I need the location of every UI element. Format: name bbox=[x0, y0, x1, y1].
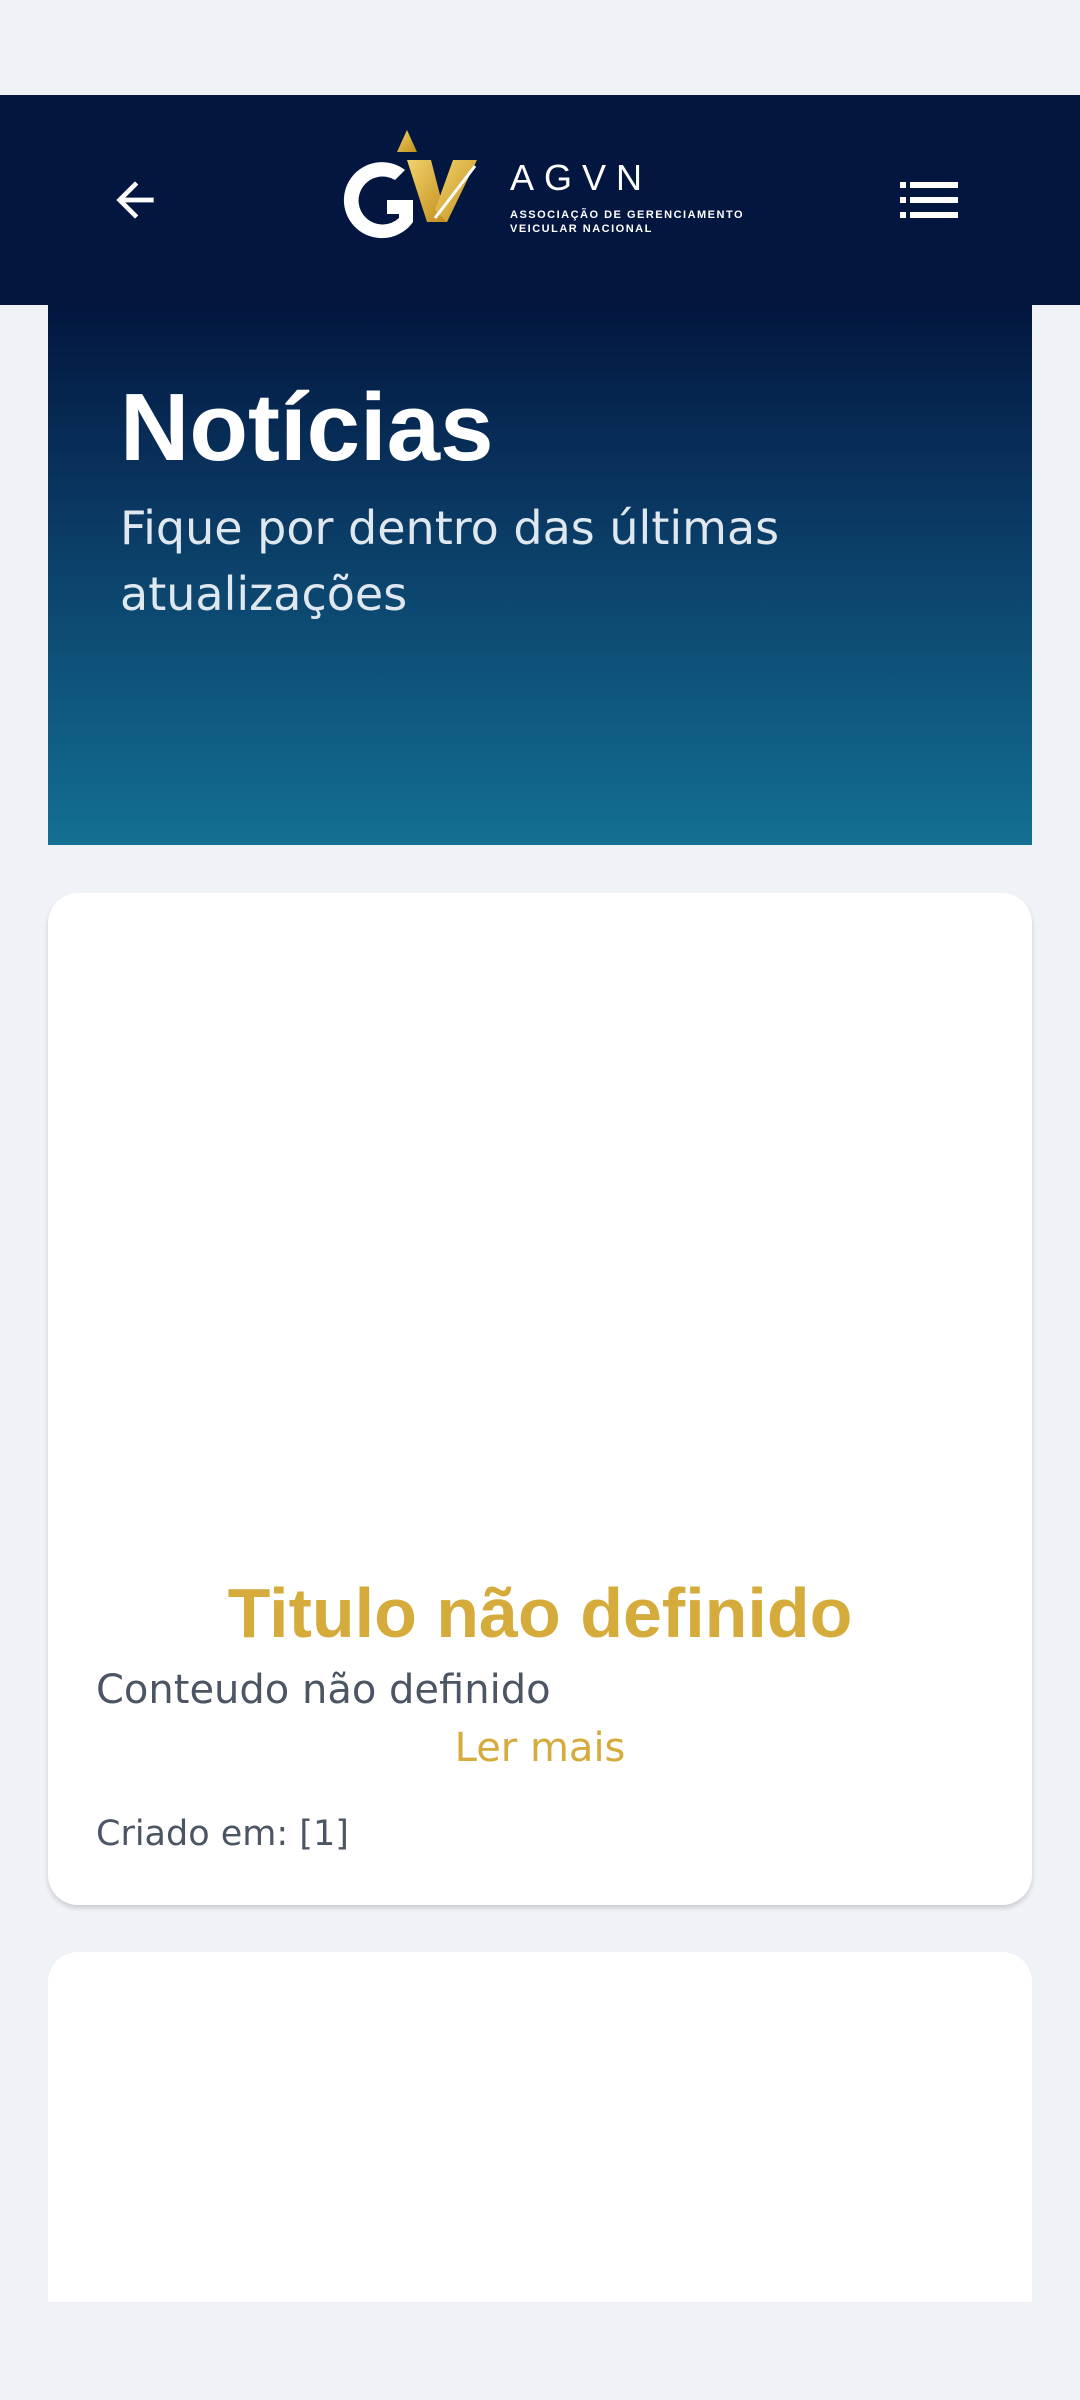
news-image bbox=[48, 893, 1032, 1533]
news-created-at: Criado em: [1] bbox=[96, 1814, 349, 1854]
logo-tagline-2: VEICULAR NACIONAL bbox=[510, 223, 653, 235]
hero-banner: Notícias Fique por dentro das últimas at… bbox=[48, 305, 1032, 845]
menu-button[interactable] bbox=[890, 160, 970, 240]
page-title: Notícias bbox=[120, 374, 494, 481]
news-card[interactable]: Titulo não definido Conteudo não definid… bbox=[48, 893, 1032, 1905]
news-card[interactable] bbox=[48, 1952, 1032, 2302]
read-more-link[interactable]: Ler mais bbox=[48, 1723, 1032, 1773]
list-menu-icon bbox=[900, 182, 958, 218]
news-title: Titulo não definido bbox=[227, 1574, 853, 1652]
arrow-left-icon bbox=[116, 181, 154, 219]
page-subtitle: Fique por dentro das últimas atualizaçõe… bbox=[120, 501, 780, 621]
status-bar bbox=[0, 0, 1080, 95]
back-button[interactable] bbox=[95, 160, 175, 240]
top-app-bar: AGVN ASSOCIAÇÃO DE GERENCIAMENTO VEICULA… bbox=[0, 95, 1080, 305]
logo-name: AGVN bbox=[510, 157, 652, 198]
logo-tagline-1: ASSOCIAÇÃO DE GERENCIAMENTO bbox=[510, 208, 744, 221]
news-content: Conteudo não definido bbox=[96, 1667, 551, 1713]
agvn-logo: AGVN ASSOCIAÇÃO DE GERENCIAMENTO VEICULA… bbox=[343, 130, 744, 239]
